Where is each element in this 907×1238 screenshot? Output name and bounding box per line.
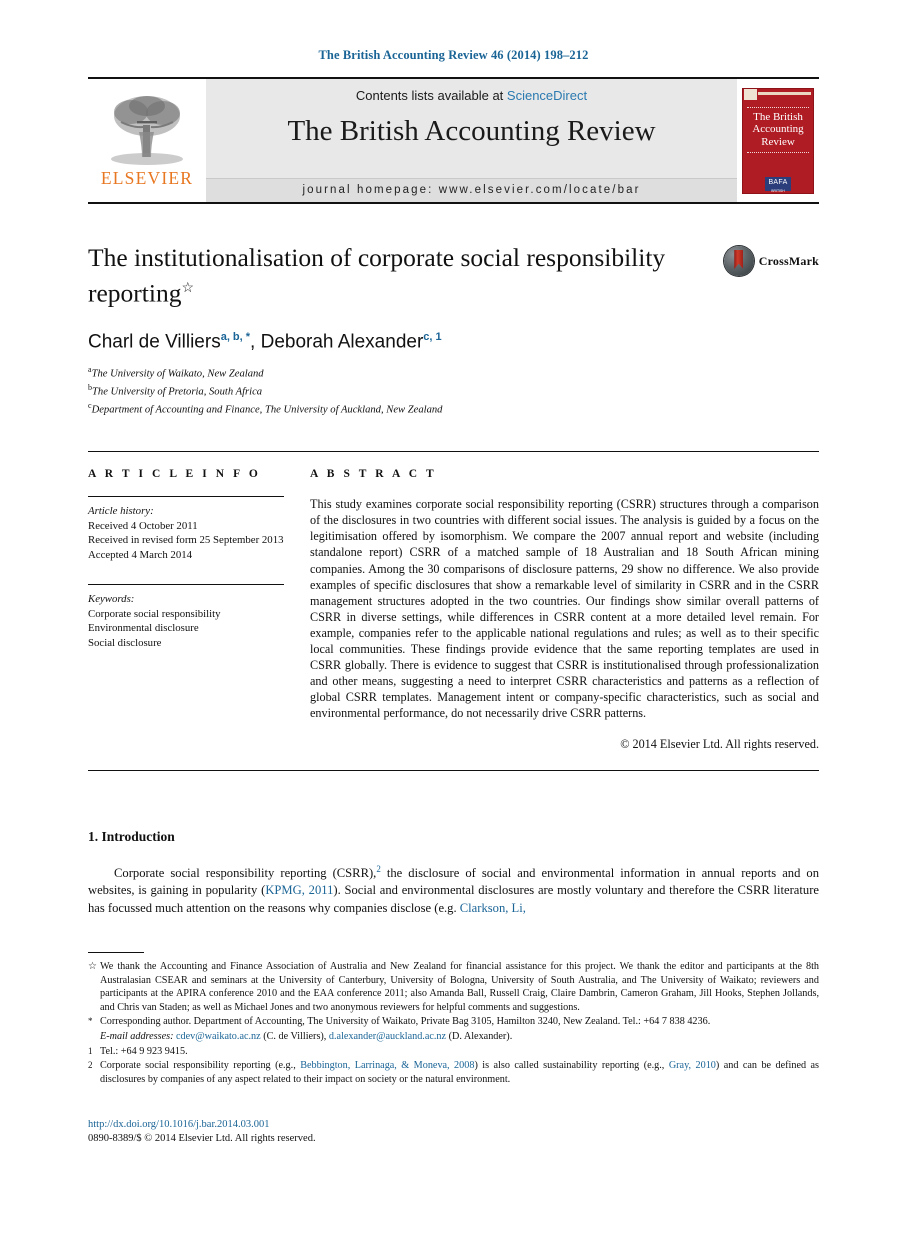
email-addresses-label: E-mail addresses: <box>100 1030 174 1042</box>
keywords-block: Keywords: Corporate social responsibilit… <box>88 584 292 650</box>
author-separator: , <box>250 330 261 352</box>
footnote-corresponding-author-text: Corresponding author. Department of Acco… <box>100 1016 711 1028</box>
footnote-def-part2: ) is also called sustainability reportin… <box>474 1060 669 1072</box>
cover-image: The British Accounting Review BAFA BRITI… <box>742 87 814 211</box>
doi-link[interactable]: http://dx.doi.org/10.1016/j.bar.2014.03.… <box>88 1118 316 1132</box>
keyword-3: Social disclosure <box>88 636 162 649</box>
footnote-tel-text: Tel.: +64 9 923 9415. <box>100 1045 188 1057</box>
affiliation-text-c: Department of Accounting and Finance, Th… <box>91 404 443 416</box>
cover-logo-square <box>744 88 757 100</box>
footnote-marker-2: 2 <box>88 1060 93 1071</box>
journal-homepage-link[interactable]: journal homepage: www.elsevier.com/locat… <box>206 178 737 202</box>
keyword-2: Environmental disclosure <box>88 622 199 635</box>
footnote-tel: 1 Tel.: +64 9 923 9415. <box>88 1045 819 1059</box>
crossmark-ribbon-icon <box>734 250 744 269</box>
elsevier-tree-icon <box>111 96 183 165</box>
email-owner-2: (D. Alexander). <box>446 1030 513 1042</box>
contents-prefix-text: Contents lists available at <box>355 88 507 103</box>
affiliation-c: cDepartment of Accounting and Finance, T… <box>88 399 819 417</box>
keywords-label: Keywords: <box>88 593 135 606</box>
elsevier-wordmark: ELSEVIER <box>100 168 194 188</box>
article-history-label: Article history: <box>88 505 154 518</box>
footnote-acknowledgement: ☆ We thank the Accounting and Finance As… <box>88 960 819 1014</box>
keyword-1: Corporate social responsibility <box>88 607 221 620</box>
sciencedirect-link[interactable]: ScienceDirect <box>507 88 587 103</box>
article-page: The British Accounting Review 46 (2014) … <box>0 0 907 1238</box>
abstract-text: This study examines corporate social res… <box>310 497 819 721</box>
page-title: The institutionalisation of corporate so… <box>88 242 688 309</box>
history-received: Received 4 October 2011 <box>88 519 198 532</box>
footnote-divider <box>88 952 144 953</box>
doi-block: http://dx.doi.org/10.1016/j.bar.2014.03.… <box>88 1118 316 1146</box>
contents-available-line: Contents lists available at ScienceDirec… <box>356 88 587 103</box>
cover-rule <box>758 91 811 95</box>
introduction-heading: 1. Introduction <box>88 828 175 844</box>
footnote-corresponding-author: * Corresponding author. Department of Ac… <box>88 1015 819 1029</box>
introduction-paragraph: Corporate social responsibility reportin… <box>88 861 819 917</box>
info-abstract-block: A R T I C L E I N F O Article history: R… <box>88 451 819 771</box>
title-block: CrossMark The institutionalisation of co… <box>88 242 819 417</box>
introduction-section: 1. Introduction Corporate social respons… <box>88 829 819 917</box>
author-name-2: Deborah Alexander <box>260 330 424 352</box>
intro-text-part1: Corporate social responsibility reportin… <box>114 865 377 880</box>
footnote-emails: E-mail addresses: cdev@waikato.ac.nz (C.… <box>88 1030 819 1044</box>
cover-journal-title: The British Accounting Review <box>747 106 809 154</box>
title-footnote-marker[interactable]: ☆ <box>181 281 194 296</box>
footnote-marker-asterisk: * <box>88 1016 93 1027</box>
article-title-text: The institutionalisation of corporate so… <box>88 243 666 308</box>
affiliation-text-b: The University of Pretoria, South Africa <box>92 386 263 398</box>
footnote-marker-star: ☆ <box>88 961 97 972</box>
affiliation-a: aThe University of Waikato, New Zealand <box>88 363 819 381</box>
crossmark-badge[interactable]: CrossMark <box>723 246 819 276</box>
journal-title: The British Accounting Review <box>287 115 656 147</box>
footnote-block: ☆ We thank the Accounting and Finance As… <box>88 952 819 1087</box>
elsevier-logo: ELSEVIER <box>88 79 206 202</box>
crossmark-label: CrossMark <box>758 253 819 268</box>
author-list: Charl de Villiersa, b, *, Deborah Alexan… <box>88 331 819 353</box>
affiliation-text-a: The University of Waikato, New Zealand <box>91 368 264 380</box>
footnote-marker-1: 1 <box>88 1045 93 1056</box>
abstract-column: A B S T R A C T This study examines corp… <box>310 468 819 751</box>
bafa-badge-text: BAFA <box>768 179 788 187</box>
divider-keywords <box>88 584 284 586</box>
bafa-badge: BAFA BRITISH ACCOUNTING ASSOCIATION <box>765 177 791 211</box>
cover-top-strip <box>742 88 814 100</box>
affiliation-list: aThe University of Waikato, New Zealand … <box>88 363 819 417</box>
divider-history <box>88 496 284 498</box>
email-link-de-villiers[interactable]: cdev@waikato.ac.nz <box>176 1031 261 1042</box>
citation-clarkson-li[interactable]: Clarkson, Li, <box>460 901 526 915</box>
email-link-alexander[interactable]: d.alexander@auckland.ac.nz <box>329 1031 446 1042</box>
journal-cover-thumbnail: The British Accounting Review BAFA BRITI… <box>737 79 819 211</box>
running-head: The British Accounting Review 46 (2014) … <box>318 48 589 62</box>
author-sup-1[interactable]: a, b, * <box>221 331 250 343</box>
citation-kpmg-2011[interactable]: KPMG, 2011 <box>265 883 333 897</box>
history-accepted: Accepted 4 March 2014 <box>88 548 193 561</box>
author-sup-2[interactable]: c, 1 <box>423 331 441 343</box>
abstract-heading: A B S T R A C T <box>310 468 437 481</box>
bafa-badge-subtext: BRITISH ACCOUNTING ASSOCIATION <box>766 189 790 212</box>
email-owner-1: (C. de Villiers), <box>260 1030 329 1042</box>
abstract-copyright: © 2014 Elsevier Ltd. All rights reserved… <box>620 736 819 751</box>
author-name-1: Charl de Villiers <box>88 330 221 352</box>
masthead-center: Contents lists available at ScienceDirec… <box>206 79 737 202</box>
crossmark-icon <box>723 246 754 276</box>
article-info-column: A R T I C L E I N F O Article history: R… <box>88 468 310 751</box>
footnote-def-part1: Corporate social responsibility reportin… <box>100 1060 301 1072</box>
citation-gray-2010[interactable]: Gray, 2010 <box>669 1060 716 1071</box>
issn-copyright-line: 0890-8389/$ © 2014 Elsevier Ltd. All rig… <box>88 1133 316 1144</box>
citation-bebbington-2008[interactable]: Bebbington, Larrinaga, & Moneva, 2008 <box>300 1060 474 1071</box>
affiliation-b: bThe University of Pretoria, South Afric… <box>88 381 819 399</box>
footnote-acknowledgement-text: We thank the Accounting and Finance Asso… <box>100 961 819 1013</box>
footnote-csrr-definition: 2 Corporate social responsibility report… <box>88 1059 819 1086</box>
article-info-heading: A R T I C L E I N F O <box>88 468 261 481</box>
history-revised: Received in revised form 25 September 20… <box>88 534 284 547</box>
journal-masthead: ELSEVIER Contents lists available at Sci… <box>88 77 819 211</box>
